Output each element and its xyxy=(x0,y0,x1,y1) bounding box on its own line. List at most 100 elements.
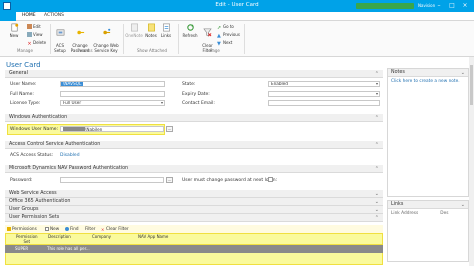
password-label: Password: xyxy=(10,178,33,183)
tab-home[interactable]: HOME xyxy=(22,13,36,18)
section-windows-authentication[interactable]: Windows Authentication ⌃ xyxy=(5,114,383,122)
column-nav-app-name[interactable]: NAV App Name xyxy=(138,234,168,240)
permissions-icon xyxy=(7,226,11,231)
edit-button[interactable]: Edit xyxy=(27,24,41,29)
web-key-icon xyxy=(102,28,110,35)
must-change-password-checkbox[interactable] xyxy=(268,177,273,182)
maximize-icon[interactable]: □ xyxy=(447,1,457,10)
section-office-365[interactable]: Office 365 Authentication ⌄ xyxy=(5,198,383,206)
calendar-icon[interactable]: ▾ xyxy=(376,92,378,96)
acs-status-value[interactable]: Disabled xyxy=(60,153,80,158)
notes-factbox-header[interactable]: Notes ⌄ xyxy=(388,69,468,77)
chevron-down-icon: ⌄ xyxy=(460,70,465,76)
column-company[interactable]: Company xyxy=(92,234,111,240)
full-name-label: Full Name: xyxy=(10,92,34,97)
manage-group-label: Manage xyxy=(17,48,33,53)
file-tab[interactable] xyxy=(0,12,16,21)
create-note-link[interactable]: Click here to create a new note. xyxy=(388,77,468,86)
group-divider xyxy=(178,24,179,54)
find-label: Find xyxy=(70,226,79,231)
view-label: View xyxy=(33,32,43,37)
section-user-permission-sets[interactable]: User Permission Sets ⌃ xyxy=(5,214,383,222)
contact-email-label: Contact Email: xyxy=(182,101,215,106)
group-divider xyxy=(123,24,124,54)
link-description-column: Des xyxy=(440,211,449,216)
chevron-down-icon: ⌄ xyxy=(374,191,379,197)
contact-email-field[interactable] xyxy=(268,100,380,106)
section-label: User Permission Sets xyxy=(9,215,60,220)
windows-user-field[interactable]: \Nabilen xyxy=(60,126,164,132)
links-icon xyxy=(162,23,170,32)
notes-icon xyxy=(147,23,155,32)
section-acs-authentication[interactable]: Access Control Service Authentication ⌃ xyxy=(5,141,383,149)
section-user-groups[interactable]: User Groups ⌄ xyxy=(5,206,383,214)
vertical-scrollbar[interactable] xyxy=(469,57,474,266)
notes-button[interactable]: Notes xyxy=(144,23,158,38)
column-description[interactable]: Description xyxy=(48,234,71,240)
table-row[interactable]: SUPER This role has all per... xyxy=(5,245,383,253)
chevron-up-icon: ⌃ xyxy=(374,71,379,77)
page-group-label: Page xyxy=(210,48,220,53)
new-line-button[interactable]: New xyxy=(45,226,59,231)
next-button[interactable]: ▼ Next xyxy=(217,40,232,47)
find-icon xyxy=(65,226,69,231)
section-web-service-access[interactable]: Web Service Access ⌄ xyxy=(5,190,383,198)
notes-label: Notes xyxy=(145,33,157,38)
password-assist-button[interactable]: … xyxy=(166,177,173,183)
process-group-label: Process xyxy=(77,48,93,53)
chevron-down-icon: ⌄ xyxy=(460,202,465,208)
clear-filter-line-button[interactable]: × Clear Filter xyxy=(101,226,129,232)
refresh-label: Refresh xyxy=(182,33,198,38)
state-label: State: xyxy=(182,82,196,87)
column-permission-set[interactable]: Permission Set xyxy=(16,234,38,244)
key-icon xyxy=(76,30,84,35)
onenote-icon xyxy=(130,23,138,32)
clear-filter-line-label: Clear Filter xyxy=(106,226,129,231)
chevron-up-icon: ⌃ xyxy=(374,215,379,221)
state-select[interactable]: Enabled ▾ xyxy=(268,81,380,87)
section-label: Windows Authentication xyxy=(9,115,68,120)
permissions-button[interactable]: Permissions xyxy=(7,226,37,231)
goto-button[interactable]: ➚ Go to xyxy=(217,24,234,31)
delete-button[interactable]: ×Delete xyxy=(27,40,46,47)
user-name: Navision xyxy=(418,3,436,8)
scrollbar-thumb[interactable] xyxy=(470,65,473,105)
password-field[interactable] xyxy=(60,177,164,183)
user-bar xyxy=(356,3,414,9)
chevron-down-icon: ⌄ xyxy=(374,207,379,213)
windows-user-value: \Nabilen xyxy=(85,127,103,132)
ribbon-tabs: HOME ACTIONS xyxy=(0,12,474,21)
permission-set-cell[interactable]: SUPER xyxy=(15,246,28,251)
window-title-bar: Edit - User Card Navision – □ × xyxy=(0,0,474,12)
description-cell[interactable]: This role has all per... xyxy=(47,246,90,251)
find-button[interactable]: Find xyxy=(65,226,79,231)
acs-status-label: ACS Access Status: xyxy=(10,153,54,158)
new-icon xyxy=(45,226,49,231)
full-name-field[interactable] xyxy=(60,91,165,97)
section-nav-password[interactable]: Microsoft Dynamics NAV Password Authenti… xyxy=(5,165,383,173)
chevron-up-icon: ⌃ xyxy=(374,115,379,121)
lookup-button[interactable]: … xyxy=(166,126,173,132)
view-button[interactable]: View xyxy=(27,32,43,37)
next-label: Next xyxy=(223,40,233,45)
refresh-button[interactable]: Refresh xyxy=(182,23,198,38)
goto-icon: ➚ xyxy=(217,25,222,31)
new-label: New xyxy=(9,33,19,38)
previous-icon: ▲ xyxy=(217,33,221,39)
minimize-icon[interactable]: – xyxy=(434,1,444,10)
tab-actions[interactable]: ACTIONS xyxy=(44,13,64,18)
previous-label: Previous xyxy=(223,32,240,37)
links-button[interactable]: Links xyxy=(160,23,172,38)
license-type-value: Full User xyxy=(63,100,82,105)
onenote-button[interactable]: OneNote xyxy=(125,23,143,38)
view-icon xyxy=(27,32,32,37)
previous-button[interactable]: ▲ Previous xyxy=(217,32,240,39)
section-general[interactable]: General ⌃ xyxy=(5,70,383,78)
links-factbox-header[interactable]: Links ⌄ xyxy=(388,201,468,209)
expiry-date-field[interactable]: ▾ xyxy=(268,91,380,97)
user-name-field[interactable]: \NAVSQL xyxy=(60,81,165,87)
close-icon[interactable]: × xyxy=(460,1,470,10)
filter-button[interactable]: Filter xyxy=(85,226,95,231)
license-type-select[interactable]: Full User ▾ xyxy=(60,100,165,106)
new-button[interactable]: New xyxy=(4,23,24,38)
